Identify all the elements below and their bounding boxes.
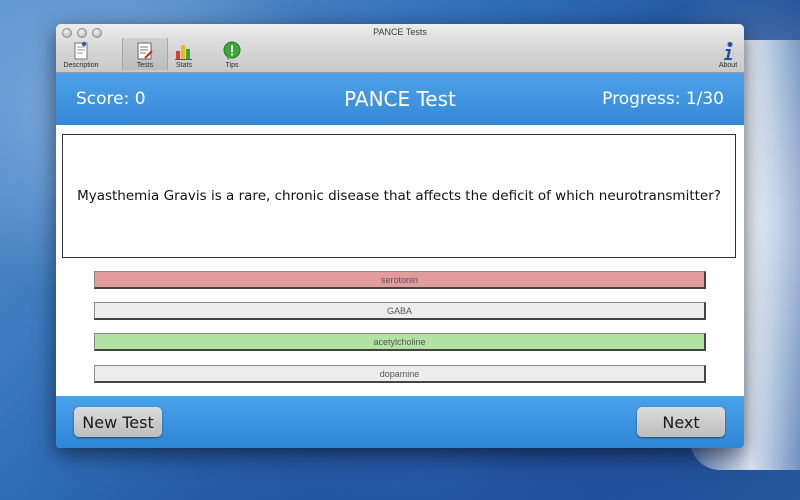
test-footer: New Test Next bbox=[56, 396, 744, 448]
app-window: PANCE Tests Description Tests Stats Tips… bbox=[56, 24, 744, 448]
answer-option-gaba[interactable]: GABA bbox=[94, 302, 706, 320]
test-sheet-icon bbox=[137, 42, 153, 60]
test-header: Score: 0 PANCE Test Progress: 1/30 bbox=[56, 73, 744, 125]
toolbar-about[interactable]: About bbox=[706, 38, 744, 70]
title-bar: PANCE Tests Description Tests Stats Tips… bbox=[56, 24, 744, 73]
answer-option-dopamine[interactable]: dopamine bbox=[94, 365, 706, 383]
toolbar-stats[interactable]: Stats bbox=[162, 38, 206, 70]
document-info-icon bbox=[74, 41, 88, 60]
answer-option-serotonin[interactable]: serotonin bbox=[94, 271, 706, 289]
toolbar-label: About bbox=[718, 62, 738, 69]
answer-label: GABA bbox=[386, 305, 412, 316]
answer-label: dopamine bbox=[379, 368, 420, 379]
exclamation-bubble-icon bbox=[223, 41, 241, 60]
next-button[interactable]: Next bbox=[637, 407, 725, 437]
question-box: Myasthemia Gravis is a rare, chronic dis… bbox=[62, 134, 736, 258]
window-title: PANCE Tests bbox=[373, 27, 427, 37]
answer-label: serotonin bbox=[380, 274, 419, 285]
bar-chart-icon bbox=[175, 45, 192, 60]
toolbar-label: Description bbox=[63, 62, 99, 69]
toolbar-label: Stats bbox=[176, 62, 192, 69]
info-icon bbox=[724, 42, 733, 60]
new-test-button[interactable]: New Test bbox=[74, 407, 162, 437]
toolbar-label: Tests bbox=[136, 62, 154, 69]
toolbar-label: Tips bbox=[225, 62, 239, 69]
toolbar-description[interactable]: Description bbox=[59, 38, 103, 70]
progress-display: Progress: 1/30 bbox=[602, 89, 724, 109]
toolbar-tips[interactable]: Tips bbox=[210, 38, 254, 70]
answer-option-acetylcholine[interactable]: acetylcholine bbox=[94, 333, 706, 351]
answer-label: acetylcholine bbox=[373, 336, 426, 347]
question-text: Myasthemia Gravis is a rare, chronic dis… bbox=[77, 188, 721, 204]
